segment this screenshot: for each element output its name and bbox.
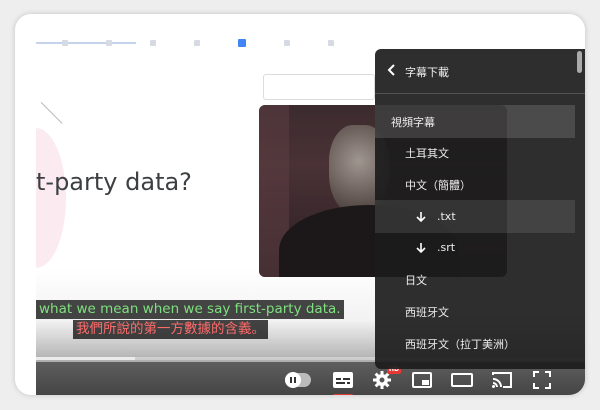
download-arrow-icon xyxy=(416,211,426,222)
theater-mode-icon[interactable] xyxy=(450,368,474,392)
slide-dot xyxy=(284,40,290,46)
menu-item-label: 中文（簡體） xyxy=(405,178,471,192)
video-player[interactable]: t-party data? what we mean when we say f… xyxy=(36,28,585,395)
subtitle-download-menu: 字幕下載 視頻字幕土耳其文中文（簡體） .txt .srt 日文西班牙文西班牙文（拉丁… xyxy=(375,49,585,369)
progress-loaded xyxy=(36,357,135,360)
menu-item-label: .srt xyxy=(437,241,456,254)
caption-english: what we mean when we say first-party dat… xyxy=(36,300,344,319)
menu-item-label: 西班牙文（拉丁美洲） xyxy=(405,337,515,351)
menu-item[interactable]: 日文 xyxy=(375,263,575,296)
slide-dot xyxy=(150,40,156,46)
menu-item[interactable]: .srt xyxy=(375,231,575,264)
slide-box xyxy=(263,74,375,100)
subtitles-icon[interactable] xyxy=(331,368,355,392)
caption-chinese: 我們所說的第一方數據的含義。 xyxy=(73,320,268,339)
slide-decoration xyxy=(36,128,66,268)
chevron-left-icon[interactable] xyxy=(387,63,397,77)
menu-item[interactable]: 中文（簡體） xyxy=(375,168,575,201)
menu-scrollbar[interactable] xyxy=(576,49,584,369)
slide-dot xyxy=(106,40,112,46)
menu-item[interactable]: 西班牙文 xyxy=(375,295,575,328)
menu-item-label: 土耳其文 xyxy=(405,146,449,160)
slide-dot xyxy=(62,40,68,46)
menu-item-label: 日文 xyxy=(405,273,427,287)
screenshot-frame: t-party data? what we mean when we say f… xyxy=(15,14,585,395)
cast-icon[interactable] xyxy=(490,368,514,392)
download-arrow-icon xyxy=(416,242,426,253)
subtitles-active-indicator xyxy=(333,394,353,395)
menu-header[interactable]: 字幕下載 xyxy=(375,49,585,94)
fullscreen-icon[interactable] xyxy=(530,368,554,392)
slide-progress-dots xyxy=(36,38,356,48)
menu-item[interactable]: 土耳其文 xyxy=(375,136,575,169)
menu-scrollbar-thumb[interactable] xyxy=(577,51,582,73)
menu-item[interactable]: 西班牙文（拉丁美洲） xyxy=(375,327,575,360)
slide-dot-active xyxy=(238,39,246,47)
slide-title: t-party data? xyxy=(36,168,192,196)
slide-dot-line xyxy=(36,42,136,44)
menu-item-label: 視頻字幕 xyxy=(391,115,435,129)
slide-dot xyxy=(328,40,334,46)
slide-dot xyxy=(194,40,200,46)
menu-title: 字幕下載 xyxy=(405,66,449,79)
menu-item[interactable]: .txt xyxy=(375,200,575,233)
autoplay-knob xyxy=(285,372,301,388)
menu-item-label: 西班牙文 xyxy=(405,305,449,319)
autoplay-toggle-icon[interactable] xyxy=(285,372,311,388)
menu-item-label: .txt xyxy=(437,210,456,223)
menu-item[interactable]: 視頻字幕 xyxy=(375,105,575,138)
miniplayer-icon[interactable] xyxy=(410,368,434,392)
